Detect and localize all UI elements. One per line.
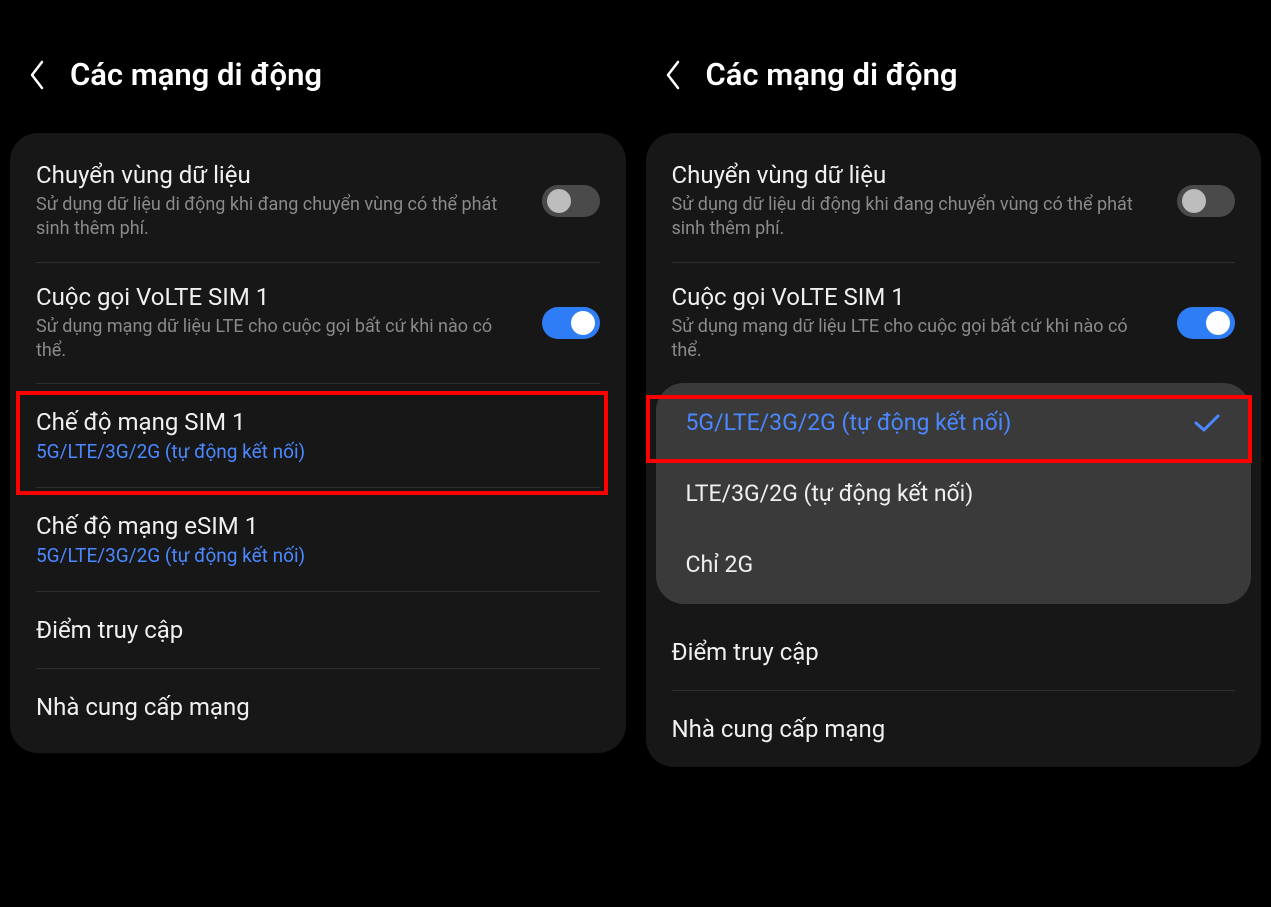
volte-row[interactable]: Cuộc gọi VoLTE SIM 1 Sử dụng mạng dữ liệ…: [10, 263, 626, 384]
screen-right: Các mạng di động Chuyển vùng dữ liệu Sử …: [636, 0, 1271, 907]
volte-title: Cuộc gọi VoLTE SIM 1: [672, 283, 1162, 311]
page-title: Các mạng di động: [70, 56, 322, 93]
dropdown-option-label: Chỉ 2G: [686, 551, 754, 578]
header: Các mạng di động: [10, 8, 626, 133]
check-icon: [1193, 413, 1221, 433]
volte-toggle[interactable]: [1177, 307, 1235, 339]
volte-row[interactable]: Cuộc gọi VoLTE SIM 1 Sử dụng mạng dữ liệ…: [646, 263, 1262, 384]
carrier-row[interactable]: Nhà cung cấp mạng: [10, 669, 626, 745]
carrier-title: Nhà cung cấp mạng: [36, 693, 250, 721]
volte-desc: Sử dụng mạng dữ liệu LTE cho cuộc gọi bấ…: [36, 315, 526, 364]
screen-left: Các mạng di động Chuyển vùng dữ liệu Sử …: [0, 0, 636, 907]
header: Các mạng di động: [646, 8, 1262, 133]
back-button[interactable]: [662, 58, 682, 92]
settings-panel: Chuyển vùng dữ liệu Sử dụng dữ liệu di đ…: [10, 133, 626, 753]
network-mode-dropdown: 5G/LTE/3G/2G (tự động kết nối) LTE/3G/2G…: [656, 383, 1252, 604]
network-mode-esim1-row[interactable]: Chế độ mạng eSIM 1 5G/LTE/3G/2G (tự động…: [10, 488, 626, 591]
back-button[interactable]: [26, 58, 46, 92]
apn-row[interactable]: Điểm truy cập: [10, 592, 626, 668]
page-title: Các mạng di động: [706, 56, 958, 93]
apn-title: Điểm truy cập: [36, 616, 183, 644]
dropdown-option-5g[interactable]: 5G/LTE/3G/2G (tự động kết nối): [656, 387, 1252, 458]
network-mode-esim1-title: Chế độ mạng eSIM 1: [36, 512, 584, 540]
volte-toggle[interactable]: [542, 307, 600, 339]
dropdown-option-lte[interactable]: LTE/3G/2G (tự động kết nối): [656, 458, 1252, 529]
network-mode-sim1-value: 5G/LTE/3G/2G (tự động kết nối): [36, 440, 584, 463]
volte-title: Cuộc gọi VoLTE SIM 1: [36, 283, 526, 311]
carrier-title: Nhà cung cấp mạng: [672, 715, 886, 743]
chevron-left-icon: [662, 58, 682, 92]
apn-row[interactable]: Điểm truy cập: [646, 614, 1262, 690]
roaming-desc: Sử dụng dữ liệu di động khi đang chuyển …: [36, 193, 526, 242]
network-mode-sim1-title: Chế độ mạng SIM 1: [36, 408, 584, 436]
settings-panel: Chuyển vùng dữ liệu Sử dụng dữ liệu di đ…: [646, 133, 1262, 767]
apn-title: Điểm truy cập: [672, 638, 819, 666]
dropdown-option-2g[interactable]: Chỉ 2G: [656, 529, 1252, 600]
roaming-toggle[interactable]: [542, 185, 600, 217]
network-mode-sim1-row[interactable]: Chế độ mạng SIM 1 5G/LTE/3G/2G (tự động …: [10, 384, 626, 487]
network-mode-esim1-value: 5G/LTE/3G/2G (tự động kết nối): [36, 544, 584, 567]
carrier-row[interactable]: Nhà cung cấp mạng: [646, 691, 1262, 767]
roaming-row[interactable]: Chuyển vùng dữ liệu Sử dụng dữ liệu di đ…: [646, 141, 1262, 262]
roaming-row[interactable]: Chuyển vùng dữ liệu Sử dụng dữ liệu di đ…: [10, 141, 626, 262]
roaming-toggle[interactable]: [1177, 185, 1235, 217]
roaming-desc: Sử dụng dữ liệu di động khi đang chuyển …: [672, 193, 1162, 242]
dropdown-option-label: 5G/LTE/3G/2G (tự động kết nối): [686, 409, 1012, 436]
roaming-title: Chuyển vùng dữ liệu: [672, 161, 1162, 189]
volte-desc: Sử dụng mạng dữ liệu LTE cho cuộc gọi bấ…: [672, 315, 1162, 364]
chevron-left-icon: [26, 58, 46, 92]
dropdown-option-label: LTE/3G/2G (tự động kết nối): [686, 480, 974, 507]
roaming-title: Chuyển vùng dữ liệu: [36, 161, 526, 189]
